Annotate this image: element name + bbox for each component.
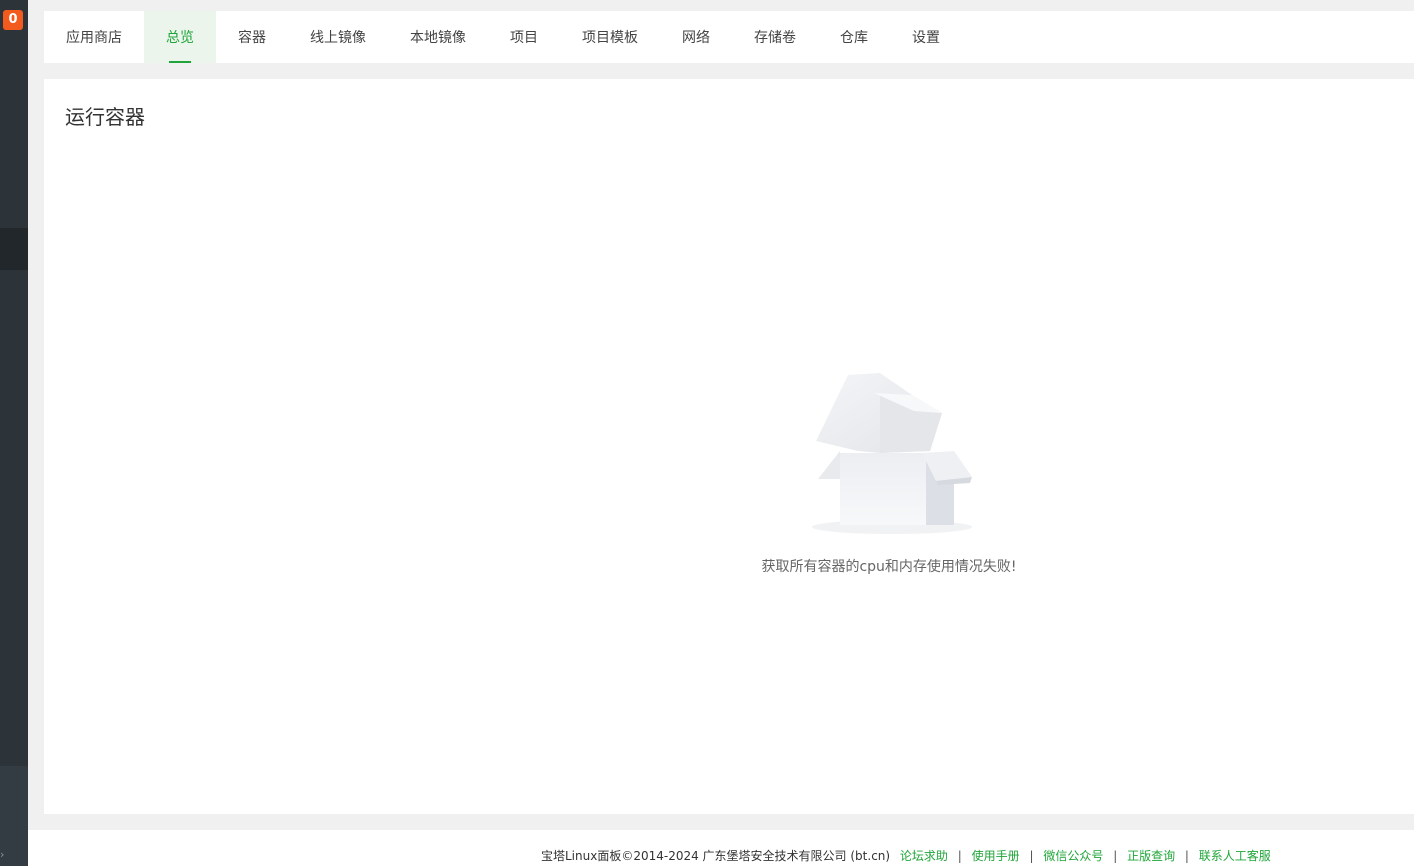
empty-state-message: 获取所有容器的cpu和内存使用情况失败! (761, 559, 1017, 575)
tab-projects[interactable]: 项目 (488, 11, 560, 63)
notification-badge[interactable]: 0 (3, 10, 23, 30)
tab-online-images[interactable]: 线上镜像 (288, 11, 388, 63)
footer-separator: | (957, 849, 962, 863)
footer-link-forum[interactable]: 论坛求助 (900, 849, 948, 863)
main-panel: 运行容器 获取所有容器的cpu和内存使用情况失败! (44, 79, 1414, 814)
tab-registry[interactable]: 仓库 (818, 11, 890, 63)
tab-local-images[interactable]: 本地镜像 (388, 11, 488, 63)
footer-separator: | (1113, 849, 1118, 863)
footer-separator: | (1029, 849, 1034, 863)
footer-link-manual[interactable]: 使用手册 (972, 849, 1020, 863)
tab-overview[interactable]: 总览 (144, 11, 216, 63)
footer-link-wechat[interactable]: 微信公众号 (1043, 849, 1103, 863)
footer-link-license[interactable]: 正版查询 (1127, 849, 1175, 863)
footer-link-support[interactable]: 联系人工客服 (1199, 849, 1271, 863)
tab-network[interactable]: 网络 (660, 11, 732, 63)
page-title: 运行容器 (65, 105, 145, 129)
tab-bar: 应用商店 总览 容器 线上镜像 本地镜像 项目 项目模板 网络 存储卷 仓库 设… (44, 11, 1414, 63)
sidebar-active-item[interactable] (0, 228, 28, 270)
footer: 宝塔Linux面板©2014-2024 广东堡塔安全技术有限公司 (bt.cn)… (28, 830, 1414, 866)
chevron-right-icon[interactable]: › (0, 848, 10, 862)
tab-project-templates[interactable]: 项目模板 (560, 11, 660, 63)
tab-app-store[interactable]: 应用商店 (44, 11, 144, 63)
sidebar: 0 › (0, 0, 28, 866)
footer-separator: | (1184, 849, 1189, 863)
tab-containers[interactable]: 容器 (216, 11, 288, 63)
tab-volumes[interactable]: 存储卷 (732, 11, 818, 63)
empty-box-icon (812, 373, 972, 534)
tab-settings[interactable]: 设置 (890, 11, 962, 63)
footer-copyright: 宝塔Linux面板©2014-2024 广东堡塔安全技术有限公司 (bt.cn) (541, 849, 891, 863)
